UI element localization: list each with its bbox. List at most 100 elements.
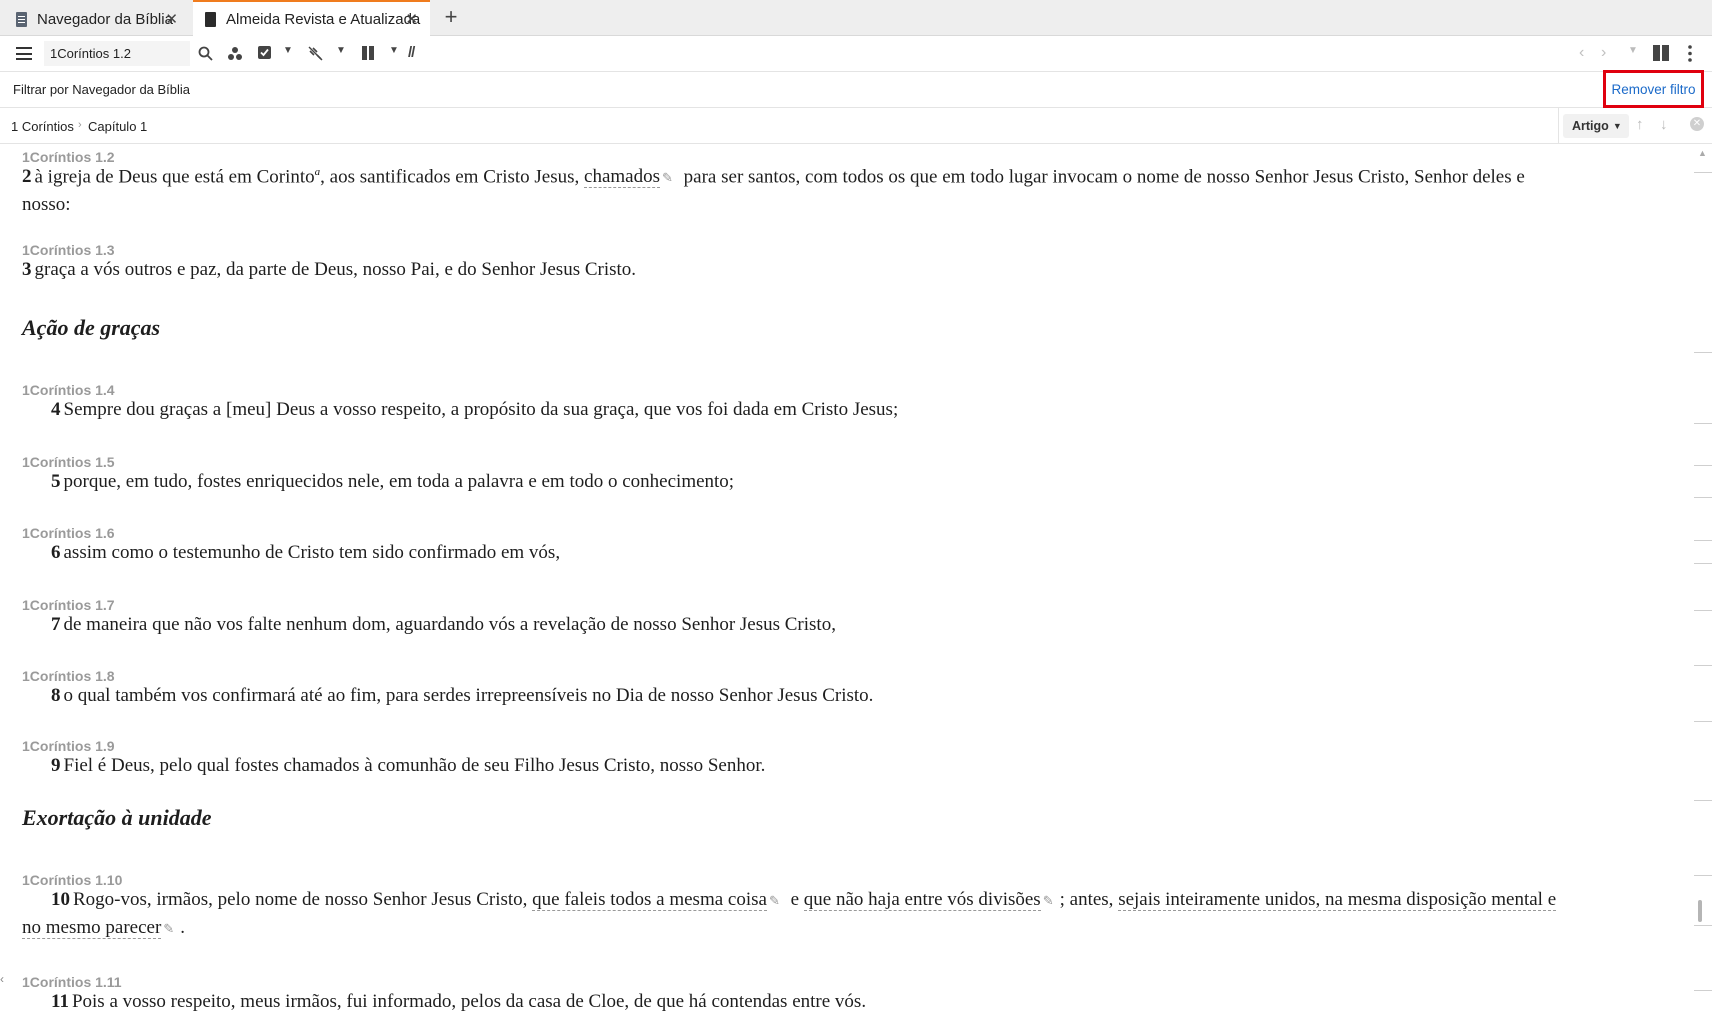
filter-bar: Filtrar por Navegador da Bíblia [0, 72, 1712, 108]
verse-number: 8 [51, 685, 61, 706]
pencil-icon[interactable]: ✎ [163, 921, 174, 936]
verse-ref[interactable]: 1Coríntios 1.5 [22, 454, 115, 470]
gutter-mark [1694, 540, 1712, 541]
view-mode-dropdown[interactable]: Artigo ▼ [1563, 114, 1629, 138]
verse-ref[interactable]: 1Coríntios 1.9 [22, 738, 115, 754]
verse-text: 6 assim como o testemunho de Cristo tem s… [51, 542, 561, 563]
tab-label: Navegador da Bíblia [37, 10, 173, 28]
tab-almeida[interactable]: Almeida Revista e Atualizada ✕ [193, 0, 430, 37]
breadcrumb-chapter[interactable]: Capítulo 1 [88, 119, 147, 134]
verse-number: 5 [51, 471, 61, 492]
close-icon[interactable]: ✕ [405, 10, 418, 28]
gutter-mark [1694, 610, 1712, 611]
verse-number: 11 [51, 991, 69, 1012]
note-highlight[interactable]: que faleis todos a mesma coisa [532, 889, 767, 911]
verse-text: 5 porque, em tudo, fostes enriquecidos ne… [51, 471, 735, 492]
more-icon[interactable] [1688, 45, 1692, 62]
close-icon[interactable]: ✕ [1690, 117, 1704, 131]
verse-ref[interactable]: 1Coríntios 1.4 [22, 382, 115, 398]
verse-ref[interactable]: 1Coríntios 1.6 [22, 525, 115, 541]
tab-bar: Navegador da Bíblia ✕ Almeida Revista e … [0, 0, 1712, 37]
collapse-panel-icon[interactable]: ‹ [0, 972, 4, 986]
document-icon [16, 11, 27, 27]
remove-filter-button[interactable]: Remover filtro [1603, 70, 1704, 108]
search-icon[interactable] [198, 46, 213, 61]
note-highlight[interactable]: que não haja entre vós divisões [803, 889, 1041, 911]
verse-number: 9 [51, 755, 61, 776]
gutter-mark [1694, 925, 1712, 926]
add-tab-button[interactable]: + [440, 5, 462, 29]
verse-text: 4 Sempre dou graças a [meu] Deus a vosso … [51, 399, 899, 420]
section-heading: Exortação à unidade [22, 805, 212, 830]
gutter-mark [1694, 990, 1712, 991]
verse-ref[interactable]: 1Coríntios 1.8 [22, 668, 115, 684]
pencil-icon[interactable]: ✎ [1043, 893, 1054, 908]
scrollbar-thumb[interactable] [1698, 900, 1702, 922]
gutter-mark [1694, 352, 1712, 353]
section-heading: Ação de graças [22, 315, 161, 340]
close-icon[interactable]: ✕ [165, 10, 178, 28]
verse-text: no mesmo parecer ✎. [22, 917, 185, 939]
gutter-mark [1694, 800, 1712, 801]
verse-ref[interactable]: 1Coríntios 1.11 [22, 974, 122, 990]
gutter-mark [1694, 665, 1712, 666]
note-highlight[interactable]: sejais inteiramente unidos, na mesma dis… [1118, 889, 1557, 911]
scroll-gutter[interactable]: ▲ [1693, 145, 1712, 1016]
chevron-down-icon: ▼ [1612, 121, 1622, 131]
breadcrumb-book[interactable]: 1 Coríntios [11, 119, 74, 134]
verse-text: 8o qual também vos confirmará até ao fim… [51, 685, 874, 706]
verse-number: 6 [51, 542, 61, 563]
arrow-down-icon[interactable]: ↓ [1660, 116, 1668, 133]
gutter-mark [1694, 563, 1712, 564]
gutter-mark [1694, 465, 1712, 466]
verse-number: 10 [51, 889, 70, 910]
scroll-up-icon[interactable]: ▲ [1698, 148, 1707, 158]
note-highlight[interactable]: no mesmo parecer [22, 917, 162, 939]
columns-icon[interactable] [362, 46, 375, 60]
verse-text: 11 Pois a vosso respeito, meus irmãos, fu… [51, 991, 867, 1012]
back-icon[interactable]: ‹ [1579, 44, 1584, 62]
gutter-mark [1694, 497, 1712, 498]
forward-icon[interactable]: › [1601, 44, 1606, 62]
verse-text: 10 Rogo-vos, irmãos, pelo nome de nosso S… [51, 889, 1557, 911]
menu-icon[interactable] [16, 47, 32, 60]
verse-text: 3 graça a vós outros e paz, da parte de D… [22, 259, 637, 280]
gutter-mark [1694, 172, 1712, 173]
verse-text: nosso: [22, 194, 71, 215]
chevron-down-icon[interactable]: ▼ [283, 45, 293, 56]
verse-ref[interactable]: 1Coríntios 1.10 [22, 872, 122, 888]
parallel-icon[interactable]: // [408, 44, 415, 62]
verse-number: 3 [22, 259, 32, 280]
chevron-right-icon: › [78, 119, 82, 131]
verse-text: 2à igreja de Deus que está em Corintoa, … [22, 166, 1525, 189]
view-mode-label: Artigo [1572, 119, 1609, 133]
verse-number: 4 [51, 399, 61, 420]
verse-ref[interactable]: 1Coríntios 1.3 [22, 242, 115, 258]
gutter-mark [1694, 423, 1712, 424]
checklist-icon[interactable] [257, 45, 272, 60]
pencil-icon[interactable]: ✎ [769, 893, 780, 908]
cluster-icon[interactable] [227, 46, 243, 61]
verse-number: 2 [22, 166, 32, 188]
filter-text: Filtrar por Navegador da Bíblia [13, 82, 191, 97]
chevron-down-icon[interactable]: ▼ [389, 45, 399, 56]
chevron-down-icon[interactable]: ▼ [1628, 45, 1638, 56]
gutter-mark [1694, 721, 1712, 722]
link-off-icon[interactable] [307, 45, 324, 62]
pencil-icon[interactable]: ✎ [662, 170, 673, 185]
book-icon [205, 12, 216, 27]
arrow-up-icon[interactable]: ↑ [1636, 116, 1644, 133]
layout-icon[interactable] [1653, 45, 1669, 61]
reference-input[interactable] [44, 41, 190, 66]
verse-number: 7 [51, 614, 61, 635]
tab-bible-navigator[interactable]: Navegador da Bíblia ✕ [0, 2, 190, 36]
note-highlight[interactable]: chamados [584, 166, 661, 189]
gutter-mark [1694, 875, 1712, 876]
chevron-down-icon[interactable]: ▼ [336, 45, 346, 56]
tab-label: Almeida Revista e Atualizada [226, 11, 421, 28]
verse-ref[interactable]: 1Coríntios 1.2 [22, 149, 115, 165]
verse-ref[interactable]: 1Coríntios 1.7 [22, 597, 115, 613]
toolbar: ▼ ▼ ▼ // ‹ › ▼ [0, 36, 1712, 72]
bible-text: 1Coríntios 1.2 2à igreja de Deus que est… [3, 145, 1693, 1016]
verse-text: 9 Fiel é Deus, pelo qual fostes chamados … [51, 755, 766, 776]
